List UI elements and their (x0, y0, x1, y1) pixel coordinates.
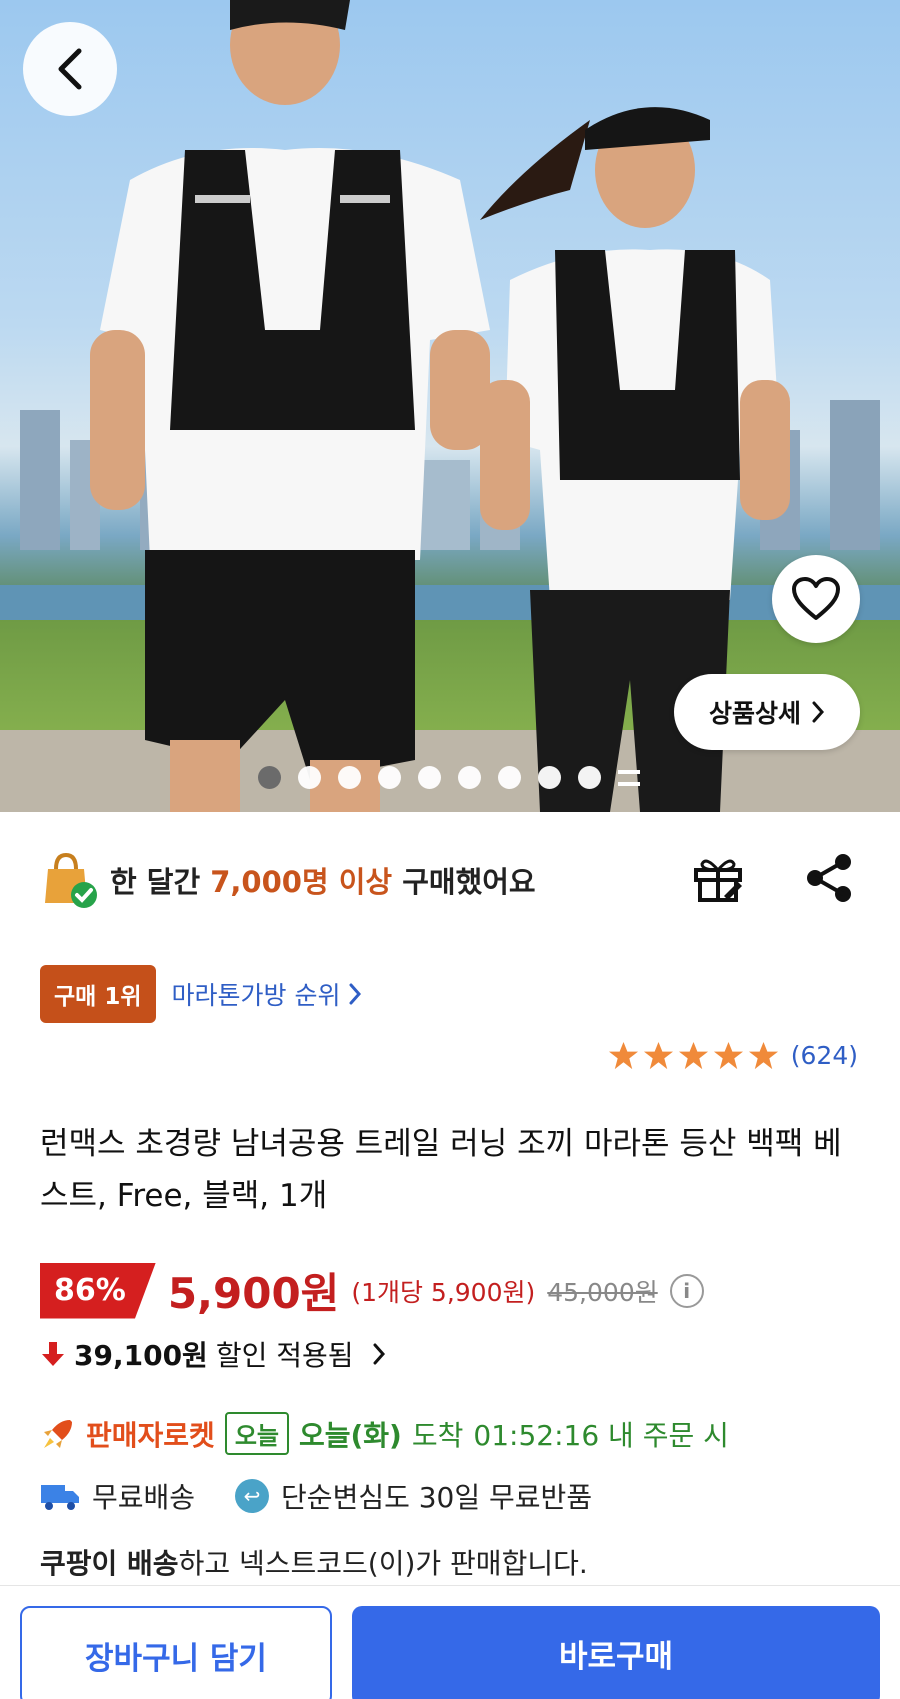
review-count: (624) (790, 1041, 858, 1070)
discount-applied-row[interactable]: 39,100원 할인 적용됨 (40, 1334, 386, 1374)
carousel-indicator (258, 766, 640, 789)
star-icon (713, 1041, 743, 1070)
back-arrow-icon (58, 48, 82, 90)
shipping-info-row: 무료배송 ↩ 단순변심도 30일 무료반품 (40, 1476, 592, 1516)
chevron-right-icon (812, 701, 825, 723)
shopping-bag-check-icon (45, 852, 97, 908)
price-row: 86% 5,900원 (1개당 5,900원) 45,000원 i (40, 1260, 704, 1321)
free-return-label: 단순변심도 30일 무료반품 (281, 1481, 593, 1514)
return-icon: ↩ (235, 1479, 270, 1513)
buy-now-button[interactable]: 바로구매 (352, 1606, 880, 1699)
carousel-dot[interactable] (418, 766, 441, 789)
star-icon (608, 1041, 638, 1070)
carousel-dot[interactable] (578, 766, 601, 789)
seller-info: 쿠팡이 배송하고 넥스트코드(이)가 판매합니다. (40, 1542, 588, 1582)
purchase-count-highlight: 7,000명 이상 (210, 865, 393, 899)
chevron-right-icon (349, 983, 362, 1005)
category-ranking-link[interactable]: 마라톤가방 순위 (172, 976, 363, 1012)
heart-icon (792, 577, 840, 620)
discount-applied-label: 할인 적용됨 (215, 1339, 354, 1372)
carousel-dot[interactable] (538, 766, 561, 789)
unit-price: (1개당 5,900원) (351, 1277, 536, 1307)
order-deadline: 01:52:16 내 주문 시 (473, 1418, 729, 1452)
back-button[interactable] (23, 22, 117, 116)
add-to-cart-button[interactable]: 장바구니 담기 (20, 1606, 332, 1699)
rocket-icon (44, 1419, 72, 1448)
bottom-action-bar: 장바구니 담기 바로구매 (0, 1585, 900, 1699)
carousel-dot[interactable] (338, 766, 361, 789)
star-icon (748, 1041, 778, 1070)
ranking-row: 구매 1위 마라톤가방 순위 (40, 965, 362, 1023)
star-icon (678, 1041, 708, 1070)
product-image-carousel[interactable]: 상품상세 (0, 0, 900, 812)
rating-summary[interactable]: (624) (608, 1040, 858, 1071)
wishlist-button[interactable] (772, 555, 860, 643)
purchase-count-suffix: 구매했어요 (392, 865, 536, 899)
purchase-count-prefix: 한 달간 (110, 865, 211, 899)
star-icon (643, 1041, 673, 1070)
discount-badge: 86% (40, 1262, 156, 1319)
gift-icon[interactable] (690, 850, 746, 906)
male-runner-image (90, 0, 490, 812)
info-icon[interactable]: i (669, 1273, 704, 1308)
product-detail-label: 상품상세 (708, 699, 801, 728)
original-price: 45,000원 (547, 1277, 658, 1307)
today-badge: 오늘 (224, 1412, 289, 1455)
seller-label: 하고 넥스트코드(이)가 판매합니다. (178, 1547, 588, 1580)
carousel-dot[interactable] (378, 766, 401, 789)
truck-icon (41, 1485, 79, 1510)
seller-rocket-label: 판매자로켓 (86, 1418, 215, 1452)
chevron-right-icon (373, 1343, 385, 1365)
carousel-dot[interactable] (498, 766, 521, 789)
down-arrow-icon (42, 1342, 64, 1366)
rank-badge: 구매 1위 (40, 965, 156, 1023)
carousel-dot-active[interactable] (258, 766, 281, 789)
shipper-label: 쿠팡이 배송 (40, 1547, 179, 1580)
arrival-label: 도착 (411, 1418, 464, 1452)
share-icon[interactable] (803, 852, 855, 904)
carousel-more-icon (618, 769, 640, 786)
delivery-eta-row: 판매자로켓 오늘 오늘(화) 도착 01:52:16 내 주문 시 (40, 1412, 729, 1455)
category-ranking-label: 마라톤가방 순위 (171, 981, 341, 1010)
free-shipping-label: 무료배송 (92, 1481, 196, 1514)
purchase-count-text: 한 달간 7,000명 이상 구매했어요 (110, 859, 536, 901)
product-detail-button[interactable]: 상품상세 (674, 674, 860, 750)
carousel-dot[interactable] (298, 766, 321, 789)
discount-amount: 39,100원 (74, 1339, 208, 1372)
product-title: 런맥스 초경량 남녀공용 트레일 러닝 조끼 마라톤 등산 백팩 베스트, Fr… (40, 1126, 842, 1214)
carousel-dot[interactable] (458, 766, 481, 789)
sale-price: 5,900원 (167, 1269, 340, 1318)
arrival-day: 오늘(화) (298, 1418, 402, 1452)
